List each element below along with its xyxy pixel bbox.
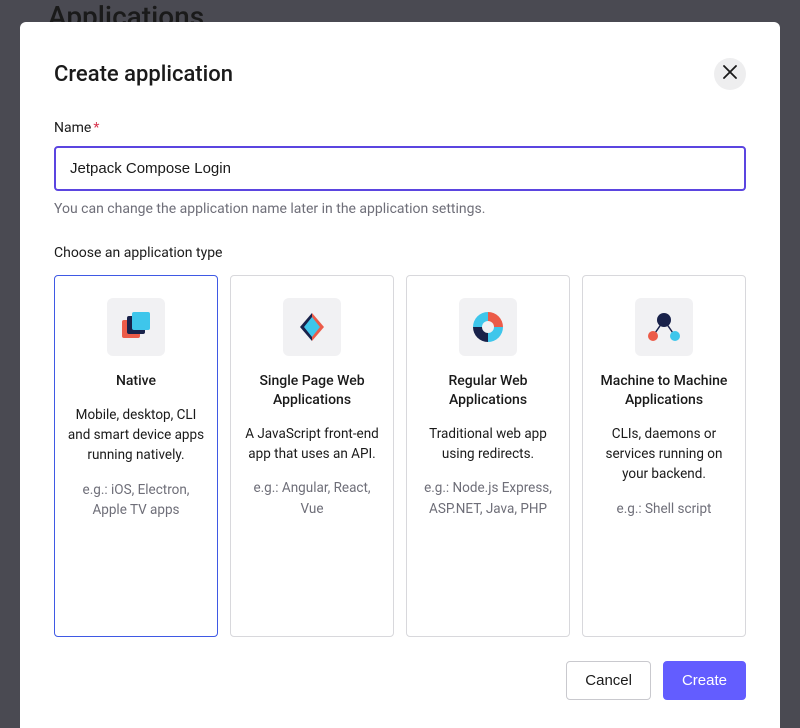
native-icon: [107, 298, 165, 356]
regular-web-icon: [459, 298, 517, 356]
type-title: Machine to Machine Applications: [595, 372, 733, 410]
name-label: Name*: [54, 120, 746, 136]
type-card-regular-web[interactable]: Regular Web Applications Traditional web…: [406, 275, 570, 637]
required-indicator: *: [93, 120, 99, 136]
type-section-label: Choose an application type: [54, 245, 746, 261]
type-desc: Traditional web app using redirects.: [419, 424, 557, 465]
close-button[interactable]: [714, 58, 746, 90]
create-application-modal: Create application Name* You can change …: [20, 22, 780, 728]
type-title: Regular Web Applications: [419, 372, 557, 410]
type-title: Native: [116, 372, 156, 391]
cancel-button[interactable]: Cancel: [566, 661, 651, 700]
name-label-text: Name: [54, 120, 91, 136]
type-example: e.g.: Node.js Express, ASP.NET, Java, PH…: [419, 478, 557, 519]
modal-title: Create application: [54, 62, 233, 87]
modal-footer: Cancel Create: [54, 661, 746, 700]
name-helper-text: You can change the application name late…: [54, 201, 746, 217]
type-desc: CLIs, daemons or services running on you…: [595, 424, 733, 485]
m2m-icon: [635, 298, 693, 356]
name-input[interactable]: [54, 146, 746, 191]
type-card-m2m[interactable]: Machine to Machine Applications CLIs, da…: [582, 275, 746, 637]
type-title: Single Page Web Applications: [243, 372, 381, 410]
create-button[interactable]: Create: [663, 661, 746, 700]
type-desc: Mobile, desktop, CLI and smart device ap…: [67, 405, 205, 466]
type-card-native[interactable]: Native Mobile, desktop, CLI and smart de…: [54, 275, 218, 637]
modal-header: Create application: [54, 58, 746, 90]
type-desc: A JavaScript front-end app that uses an …: [243, 424, 381, 465]
application-type-grid: Native Mobile, desktop, CLI and smart de…: [54, 275, 746, 637]
type-example: e.g.: Angular, React, Vue: [243, 478, 381, 519]
type-example: e.g.: iOS, Electron, Apple TV apps: [67, 480, 205, 521]
type-example: e.g.: Shell script: [617, 499, 712, 519]
close-icon: [723, 65, 737, 84]
type-card-spa[interactable]: Single Page Web Applications A JavaScrip…: [230, 275, 394, 637]
spa-icon: [283, 298, 341, 356]
